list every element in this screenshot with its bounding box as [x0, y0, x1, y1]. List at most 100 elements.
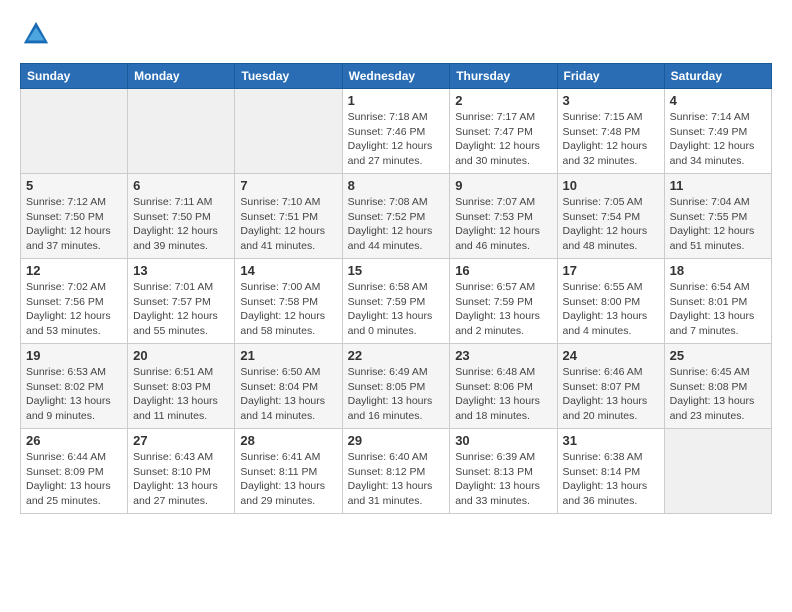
calendar-cell: 28 Sunrise: 6:41 AM Sunset: 8:11 PM Dayli…	[235, 429, 342, 514]
day-info: Sunrise: 6:43 AM Sunset: 8:10 PM Dayligh…	[133, 450, 229, 509]
calendar-cell: 24 Sunrise: 6:46 AM Sunset: 8:07 PM Dayli…	[557, 344, 664, 429]
day-number: 27	[133, 433, 229, 448]
day-info: Sunrise: 6:49 AM Sunset: 8:05 PM Dayligh…	[348, 365, 445, 424]
calendar-cell: 31Sunrise: 6:38 AM Sunset: 8:14 PM Dayli…	[557, 429, 664, 514]
day-info: Sunrise: 6:58 AM Sunset: 7:59 PM Dayligh…	[348, 280, 445, 339]
calendar-cell: 27 Sunrise: 6:43 AM Sunset: 8:10 PM Dayli…	[128, 429, 235, 514]
day-number: 20	[133, 348, 229, 363]
day-number: 17	[563, 263, 659, 278]
day-number: 7	[240, 178, 336, 193]
week-row-3: 12 Sunrise: 7:02 AM Sunset: 7:56 PM Dayli…	[21, 259, 772, 344]
calendar-cell: 22Sunrise: 6:49 AM Sunset: 8:05 PM Dayli…	[342, 344, 450, 429]
calendar-cell	[128, 89, 235, 174]
calendar-cell: 18 Sunrise: 6:54 AM Sunset: 8:01 PM Dayli…	[664, 259, 771, 344]
day-info: Sunrise: 6:51 AM Sunset: 8:03 PM Dayligh…	[133, 365, 229, 424]
day-number: 18	[670, 263, 766, 278]
day-info: Sunrise: 6:39 AM Sunset: 8:13 PM Dayligh…	[455, 450, 551, 509]
week-row-1: 1 Sunrise: 7:18 AM Sunset: 7:46 PM Daylig…	[21, 89, 772, 174]
day-number: 8	[348, 178, 445, 193]
calendar-cell: 6 Sunrise: 7:11 AM Sunset: 7:50 PM Daylig…	[128, 174, 235, 259]
day-info: Sunrise: 7:14 AM Sunset: 7:49 PM Dayligh…	[670, 110, 766, 169]
weekday-header-monday: Monday	[128, 64, 235, 89]
day-info: Sunrise: 6:41 AM Sunset: 8:11 PM Dayligh…	[240, 450, 336, 509]
day-info: Sunrise: 6:54 AM Sunset: 8:01 PM Dayligh…	[670, 280, 766, 339]
logo-icon	[22, 20, 50, 48]
day-number: 28	[240, 433, 336, 448]
calendar-cell: 25Sunrise: 6:45 AM Sunset: 8:08 PM Dayli…	[664, 344, 771, 429]
weekday-header-thursday: Thursday	[450, 64, 557, 89]
day-info: Sunrise: 7:11 AM Sunset: 7:50 PM Dayligh…	[133, 195, 229, 254]
weekday-header-wednesday: Wednesday	[342, 64, 450, 89]
day-number: 25	[670, 348, 766, 363]
calendar-cell: 4 Sunrise: 7:14 AM Sunset: 7:49 PM Daylig…	[664, 89, 771, 174]
calendar-table: SundayMondayTuesdayWednesdayThursdayFrid…	[20, 63, 772, 514]
calendar-cell: 30Sunrise: 6:39 AM Sunset: 8:13 PM Dayli…	[450, 429, 557, 514]
day-number: 4	[670, 93, 766, 108]
calendar-cell: 14 Sunrise: 7:00 AM Sunset: 7:58 PM Dayli…	[235, 259, 342, 344]
calendar-cell: 29 Sunrise: 6:40 AM Sunset: 8:12 PM Dayli…	[342, 429, 450, 514]
day-info: Sunrise: 6:50 AM Sunset: 8:04 PM Dayligh…	[240, 365, 336, 424]
calendar-cell: 16Sunrise: 6:57 AM Sunset: 7:59 PM Dayli…	[450, 259, 557, 344]
day-info: Sunrise: 6:40 AM Sunset: 8:12 PM Dayligh…	[348, 450, 445, 509]
day-info: Sunrise: 7:15 AM Sunset: 7:48 PM Dayligh…	[563, 110, 659, 169]
day-info: Sunrise: 7:00 AM Sunset: 7:58 PM Dayligh…	[240, 280, 336, 339]
calendar-cell: 3 Sunrise: 7:15 AM Sunset: 7:48 PM Daylig…	[557, 89, 664, 174]
day-number: 26	[26, 433, 122, 448]
day-number: 14	[240, 263, 336, 278]
day-number: 10	[563, 178, 659, 193]
day-number: 11	[670, 178, 766, 193]
day-info: Sunrise: 6:57 AM Sunset: 7:59 PM Dayligh…	[455, 280, 551, 339]
day-number: 23	[455, 348, 551, 363]
day-info: Sunrise: 7:18 AM Sunset: 7:46 PM Dayligh…	[348, 110, 445, 169]
day-info: Sunrise: 7:17 AM Sunset: 7:47 PM Dayligh…	[455, 110, 551, 169]
calendar-cell: 5 Sunrise: 7:12 AM Sunset: 7:50 PM Daylig…	[21, 174, 128, 259]
day-number: 5	[26, 178, 122, 193]
calendar-cell: 15Sunrise: 6:58 AM Sunset: 7:59 PM Dayli…	[342, 259, 450, 344]
calendar-cell: 17 Sunrise: 6:55 AM Sunset: 8:00 PM Dayli…	[557, 259, 664, 344]
calendar-cell: 13 Sunrise: 7:01 AM Sunset: 7:57 PM Dayli…	[128, 259, 235, 344]
calendar-cell: 23 Sunrise: 6:48 AM Sunset: 8:06 PM Dayli…	[450, 344, 557, 429]
calendar-cell	[235, 89, 342, 174]
day-number: 6	[133, 178, 229, 193]
day-number: 9	[455, 178, 551, 193]
calendar-cell: 19Sunrise: 6:53 AM Sunset: 8:02 PM Dayli…	[21, 344, 128, 429]
day-number: 24	[563, 348, 659, 363]
day-number: 12	[26, 263, 122, 278]
day-info: Sunrise: 6:55 AM Sunset: 8:00 PM Dayligh…	[563, 280, 659, 339]
day-info: Sunrise: 7:12 AM Sunset: 7:50 PM Dayligh…	[26, 195, 122, 254]
day-info: Sunrise: 7:07 AM Sunset: 7:53 PM Dayligh…	[455, 195, 551, 254]
day-info: Sunrise: 7:05 AM Sunset: 7:54 PM Dayligh…	[563, 195, 659, 254]
day-info: Sunrise: 7:08 AM Sunset: 7:52 PM Dayligh…	[348, 195, 445, 254]
calendar-cell: 12 Sunrise: 7:02 AM Sunset: 7:56 PM Dayli…	[21, 259, 128, 344]
calendar-cell: 26 Sunrise: 6:44 AM Sunset: 8:09 PM Dayli…	[21, 429, 128, 514]
week-row-4: 19Sunrise: 6:53 AM Sunset: 8:02 PM Dayli…	[21, 344, 772, 429]
day-info: Sunrise: 6:46 AM Sunset: 8:07 PM Dayligh…	[563, 365, 659, 424]
day-number: 1	[348, 93, 445, 108]
calendar-cell	[21, 89, 128, 174]
calendar-header-row: SundayMondayTuesdayWednesdayThursdayFrid…	[21, 64, 772, 89]
calendar-cell: 10 Sunrise: 7:05 AM Sunset: 7:54 PM Dayli…	[557, 174, 664, 259]
calendar-cell: 11Sunrise: 7:04 AM Sunset: 7:55 PM Dayli…	[664, 174, 771, 259]
weekday-header-tuesday: Tuesday	[235, 64, 342, 89]
day-info: Sunrise: 7:02 AM Sunset: 7:56 PM Dayligh…	[26, 280, 122, 339]
weekday-header-saturday: Saturday	[664, 64, 771, 89]
calendar-cell	[664, 429, 771, 514]
day-info: Sunrise: 6:48 AM Sunset: 8:06 PM Dayligh…	[455, 365, 551, 424]
week-row-5: 26 Sunrise: 6:44 AM Sunset: 8:09 PM Dayli…	[21, 429, 772, 514]
day-info: Sunrise: 6:44 AM Sunset: 8:09 PM Dayligh…	[26, 450, 122, 509]
week-row-2: 5 Sunrise: 7:12 AM Sunset: 7:50 PM Daylig…	[21, 174, 772, 259]
day-number: 29	[348, 433, 445, 448]
calendar-cell: 21 Sunrise: 6:50 AM Sunset: 8:04 PM Dayli…	[235, 344, 342, 429]
calendar-cell: 2 Sunrise: 7:17 AM Sunset: 7:47 PM Daylig…	[450, 89, 557, 174]
day-info: Sunrise: 7:01 AM Sunset: 7:57 PM Dayligh…	[133, 280, 229, 339]
calendar-cell: 20 Sunrise: 6:51 AM Sunset: 8:03 PM Dayli…	[128, 344, 235, 429]
day-number: 2	[455, 93, 551, 108]
calendar-cell: 9 Sunrise: 7:07 AM Sunset: 7:53 PM Daylig…	[450, 174, 557, 259]
day-number: 19	[26, 348, 122, 363]
day-info: Sunrise: 7:10 AM Sunset: 7:51 PM Dayligh…	[240, 195, 336, 254]
day-number: 21	[240, 348, 336, 363]
page-header	[20, 20, 772, 53]
weekday-header-sunday: Sunday	[21, 64, 128, 89]
day-number: 3	[563, 93, 659, 108]
day-number: 13	[133, 263, 229, 278]
